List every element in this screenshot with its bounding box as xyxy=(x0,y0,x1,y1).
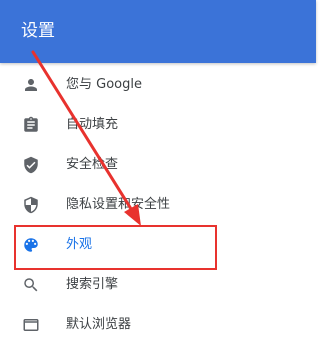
menu-item-label: 搜索引擎 xyxy=(66,277,119,292)
menu-item-label: 您与 Google xyxy=(66,77,142,92)
menu-item-label: 安全检查 xyxy=(66,157,119,172)
menu-item-you-and-google[interactable]: 您与 Google xyxy=(0,65,316,105)
browser-window-icon xyxy=(22,316,40,334)
menu-item-appearance[interactable]: 外观 xyxy=(0,225,316,265)
clipboard-icon xyxy=(22,116,40,134)
menu-item-autofill[interactable]: 自动填充 xyxy=(0,105,316,145)
menu-item-label: 自动填充 xyxy=(66,117,119,132)
menu-item-label: 隐私设置和安全性 xyxy=(66,197,171,212)
menu-item-privacy-security[interactable]: 隐私设置和安全性 xyxy=(0,185,316,225)
menu-item-label: 外观 xyxy=(66,237,93,252)
menu-item-safety-check[interactable]: 安全检查 xyxy=(0,145,316,185)
shield-half-icon xyxy=(22,196,40,214)
menu-item-label: 默认浏览器 xyxy=(66,317,132,332)
palette-icon xyxy=(22,236,40,254)
settings-header: 设置 xyxy=(0,0,316,63)
page-title: 设置 xyxy=(21,21,55,41)
menu-item-search-engine[interactable]: 搜索引擎 xyxy=(0,265,316,305)
menu-item-default-browser[interactable]: 默认浏览器 xyxy=(0,305,316,345)
person-icon xyxy=(22,76,40,94)
search-icon xyxy=(22,276,40,294)
shield-check-icon xyxy=(22,156,40,174)
